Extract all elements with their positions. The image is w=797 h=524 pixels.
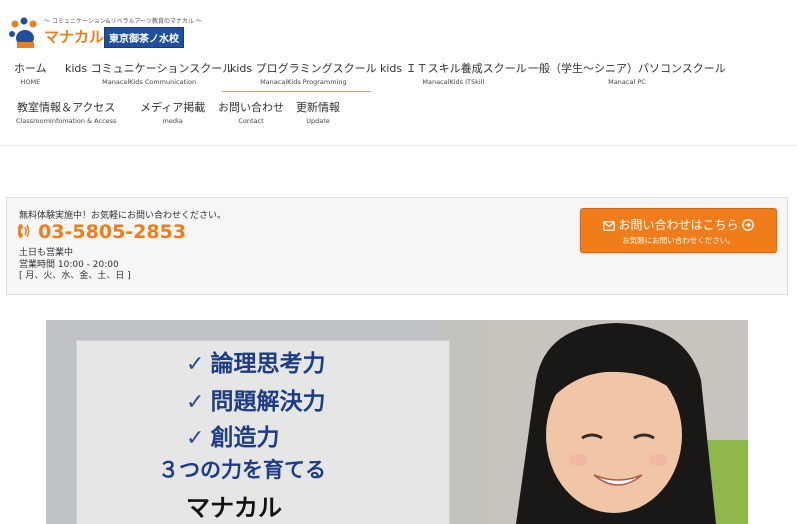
promo-text: 無料体験実施中！お気軽にお問い合わせください。	[19, 211, 227, 221]
nav-sublabel: Contact	[238, 117, 264, 125]
nav-kids-programming[interactable]: kids プログラミングスクール ManacalKids Programming	[230, 62, 377, 87]
nav-label: 更新情報	[296, 101, 340, 114]
nav-contact[interactable]: お問い合わせ Contact	[218, 101, 284, 126]
hero-banner: ✓ 論理思考力 ✓ 問題解決力 ✓ 創造力 ３つの力を育てる マナカル	[46, 320, 748, 524]
nav-sublabel: Update	[306, 117, 330, 125]
hours-line: 土日も営業中	[19, 248, 74, 258]
nav-label: 一般（学生〜シニア）パソコンスクール	[528, 62, 726, 75]
nav-media[interactable]: メディア掲載 media	[140, 101, 205, 126]
cta-main: お問い合わせはこちら	[581, 216, 776, 233]
nav-kids-communication[interactable]: kids コミュニケーションスクール ManacalKids Communica…	[65, 62, 233, 87]
hero-child-photo	[486, 320, 748, 524]
nav-general-pc[interactable]: 一般（学生〜シニア）パソコンスクール Manacal PC	[528, 62, 726, 87]
hero-line-creative: ✓ 創造力	[186, 418, 279, 452]
check-icon: ✓	[186, 390, 205, 415]
logo-tagline: 〜 コミュニケーション&リベラルアーツ教育のマナカル 〜	[44, 18, 202, 25]
nav-label: メディア掲載	[140, 101, 206, 114]
check-icon: ✓	[186, 426, 205, 451]
contact-box: 無料体験実施中！お気軽にお問い合わせください。 03-5805-2853 土日も…	[6, 197, 788, 295]
nav-sublabel: HOME	[20, 78, 41, 86]
envelope-icon	[602, 221, 615, 231]
school-badge: 東京御茶ノ水校	[104, 27, 184, 48]
nav-sublabel: Manacal PC	[608, 78, 646, 86]
nav-label: kids プログラミングスクール	[230, 62, 377, 75]
site-logo[interactable]: 〜 コミュニケーション&リベラルアーツ教育のマナカル 〜 マナカル 東京御茶ノ水…	[8, 16, 202, 50]
contact-cta-button[interactable]: お問い合わせはこちら お気軽にお問い合わせください。	[580, 208, 777, 253]
hours-line: 営業時間 10:00 - 20:00	[19, 259, 119, 270]
nav-label: kids ＩＴスキル養成スクール	[380, 62, 527, 75]
nav-active-indicator	[222, 91, 371, 92]
nav-label: 教室情報＆アクセス	[16, 101, 116, 114]
logo-name: マナカル	[44, 28, 105, 46]
hero-line-text: 創造力	[210, 425, 280, 451]
cta-label: お問い合わせはこちら	[618, 218, 739, 232]
nav-label: お問い合わせ	[218, 101, 284, 114]
header-divider	[0, 145, 797, 146]
nav-label: ホーム	[14, 62, 47, 75]
hero-line-logical: ✓ 論理思考力	[186, 344, 325, 378]
nav-label: kids コミュニケーションスクール	[65, 62, 234, 75]
paw-logo-icon	[9, 17, 37, 48]
nav-sublabel: media	[162, 117, 183, 125]
nav-sublabel: ClassroomInfomation & Access	[16, 117, 117, 125]
phone-number: 03-5805-2853	[38, 221, 187, 243]
nav-sublabel: ManacalKids ITSkill	[422, 78, 485, 86]
business-hours: 土日も営業中 営業時間 10:00 - 20:00 [ 月、火、水、金、土、日 …	[19, 248, 131, 283]
nav-sublabel: ManacalKids Programming	[260, 78, 347, 86]
nav-classroom-access[interactable]: 教室情報＆アクセス ClassroomInfomation & Access	[16, 101, 116, 126]
hero-line-text: 論理思考力	[210, 351, 326, 377]
phone-icon	[18, 224, 30, 238]
nav-home[interactable]: ホーム HOME	[14, 62, 47, 87]
hero-line-problem: ✓ 問題解決力	[186, 382, 325, 416]
arrow-circle-right-icon	[742, 219, 755, 231]
hero-line-text: 問題解決力	[210, 389, 326, 415]
hero-tagline: ３つの力を育てる	[158, 458, 326, 482]
hours-line: [ 月、火、水、金、土、日 ]	[19, 271, 131, 281]
nav-update[interactable]: 更新情報 Update	[296, 101, 340, 126]
cta-sub: お気軽にお問い合わせください。	[622, 236, 735, 245]
nav-sublabel: ManacalKids Communication	[102, 78, 197, 86]
nav-kids-itskill[interactable]: kids ＩＴスキル養成スクール ManacalKids ITSkill	[380, 62, 527, 87]
check-icon: ✓	[186, 352, 205, 377]
phone-row[interactable]: 03-5805-2853	[17, 221, 186, 243]
hero-brand: マナカル	[186, 494, 282, 522]
